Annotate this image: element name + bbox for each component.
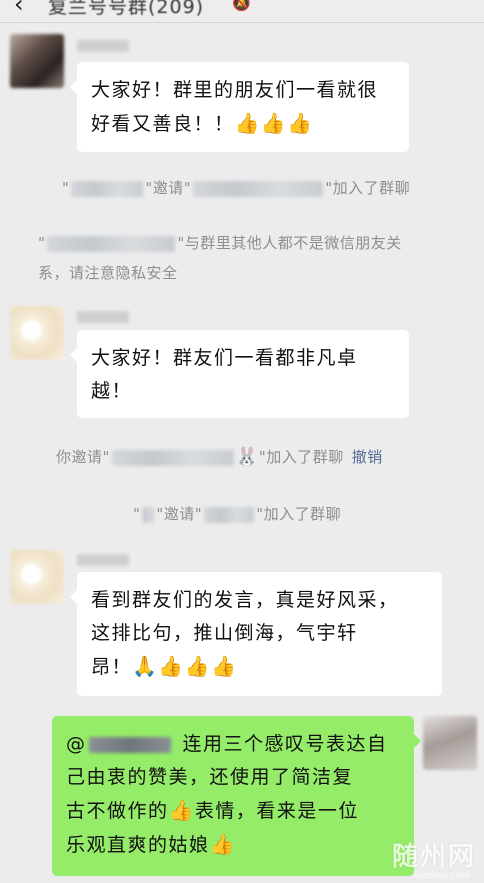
blurred-name	[142, 506, 155, 523]
revoke-link[interactable]: 撤销	[352, 448, 383, 466]
blurred-name	[111, 449, 234, 466]
message-text: 表情，看来是一位	[194, 800, 359, 822]
system-notice: " "邀请" "加入了群聊	[133, 505, 342, 523]
thumbs-up-icon: 👍	[209, 832, 236, 856]
rabbit-icon: 🐰	[235, 446, 259, 468]
message-text: 连用三个感叹号表达自	[182, 733, 388, 755]
blurred-name	[47, 235, 176, 252]
avatar[interactable]	[10, 306, 64, 360]
sender-name	[77, 40, 129, 52]
message-text: 己由衷的赞美，还使用了简洁复	[66, 766, 354, 788]
sender-name	[77, 311, 129, 323]
blurred-name	[88, 736, 171, 753]
bell-off-icon: 🔕	[232, 0, 251, 12]
privacy-notice: " "与群里其他人都不是微信朋友关 系，请注意隐私安全	[38, 234, 402, 282]
message-text: 看到群友们的发言，真是好风采，	[91, 589, 399, 611]
message-text: 大家好！群里的朋友们一看就很	[91, 79, 379, 101]
site-watermark-url: suizhou.com	[413, 871, 470, 881]
avatar[interactable]	[10, 550, 64, 604]
group-title: 复兰号号群(209)	[48, 0, 205, 18]
avatar[interactable]	[423, 716, 477, 770]
blurred-name	[71, 180, 144, 197]
message-text: 越！	[91, 380, 133, 402]
chat-header: ‹ 复兰号号群(209) 🔕	[0, 0, 484, 23]
site-watermark: 随州网	[391, 842, 476, 872]
thumbs-up-icon: 👍	[168, 798, 195, 822]
thumbs-up-icon: 👍👍👍	[234, 111, 314, 135]
thumbs-up-icon: 🙏👍👍👍	[132, 654, 238, 678]
message-text: 大家好！群友们一看都非凡卓	[91, 347, 358, 369]
back-arrow-icon[interactable]: ‹	[14, 0, 24, 18]
message-text: 这排比句，推山倒海，气宇轩	[91, 622, 358, 644]
blurred-name	[204, 506, 255, 523]
avatar[interactable]	[10, 34, 64, 88]
mention-at: @	[66, 733, 87, 755]
message-text: 好看又善良！！	[91, 113, 235, 135]
blurred-name	[193, 180, 324, 197]
message-text: 昂！	[91, 656, 133, 678]
message-bubble[interactable]: @ 连用三个感叹号表达自 己由衷的赞美，还使用了简洁复 古不做作的👍表情，看来是一…	[52, 716, 421, 876]
sender-name	[77, 554, 129, 566]
message-text: 古不做作的	[66, 800, 169, 822]
message-text: 乐观直爽的姑娘	[66, 834, 210, 856]
message-bubble[interactable]: 大家好！群里的朋友们一看就很 好看又善良！！👍👍👍	[70, 62, 409, 152]
invite-notice: 你邀请" 🐰"加入了群聊 撤销	[56, 446, 383, 468]
message-bubble[interactable]: 大家好！群友们一看都非凡卓 越！	[70, 330, 409, 418]
message-bubble[interactable]: 看到群友们的发言，真是好风采， 这排比句，推山倒海，气宇轩 昂！🙏👍👍👍	[70, 572, 442, 696]
system-notice: " "邀请" "加入了群聊	[62, 179, 411, 197]
